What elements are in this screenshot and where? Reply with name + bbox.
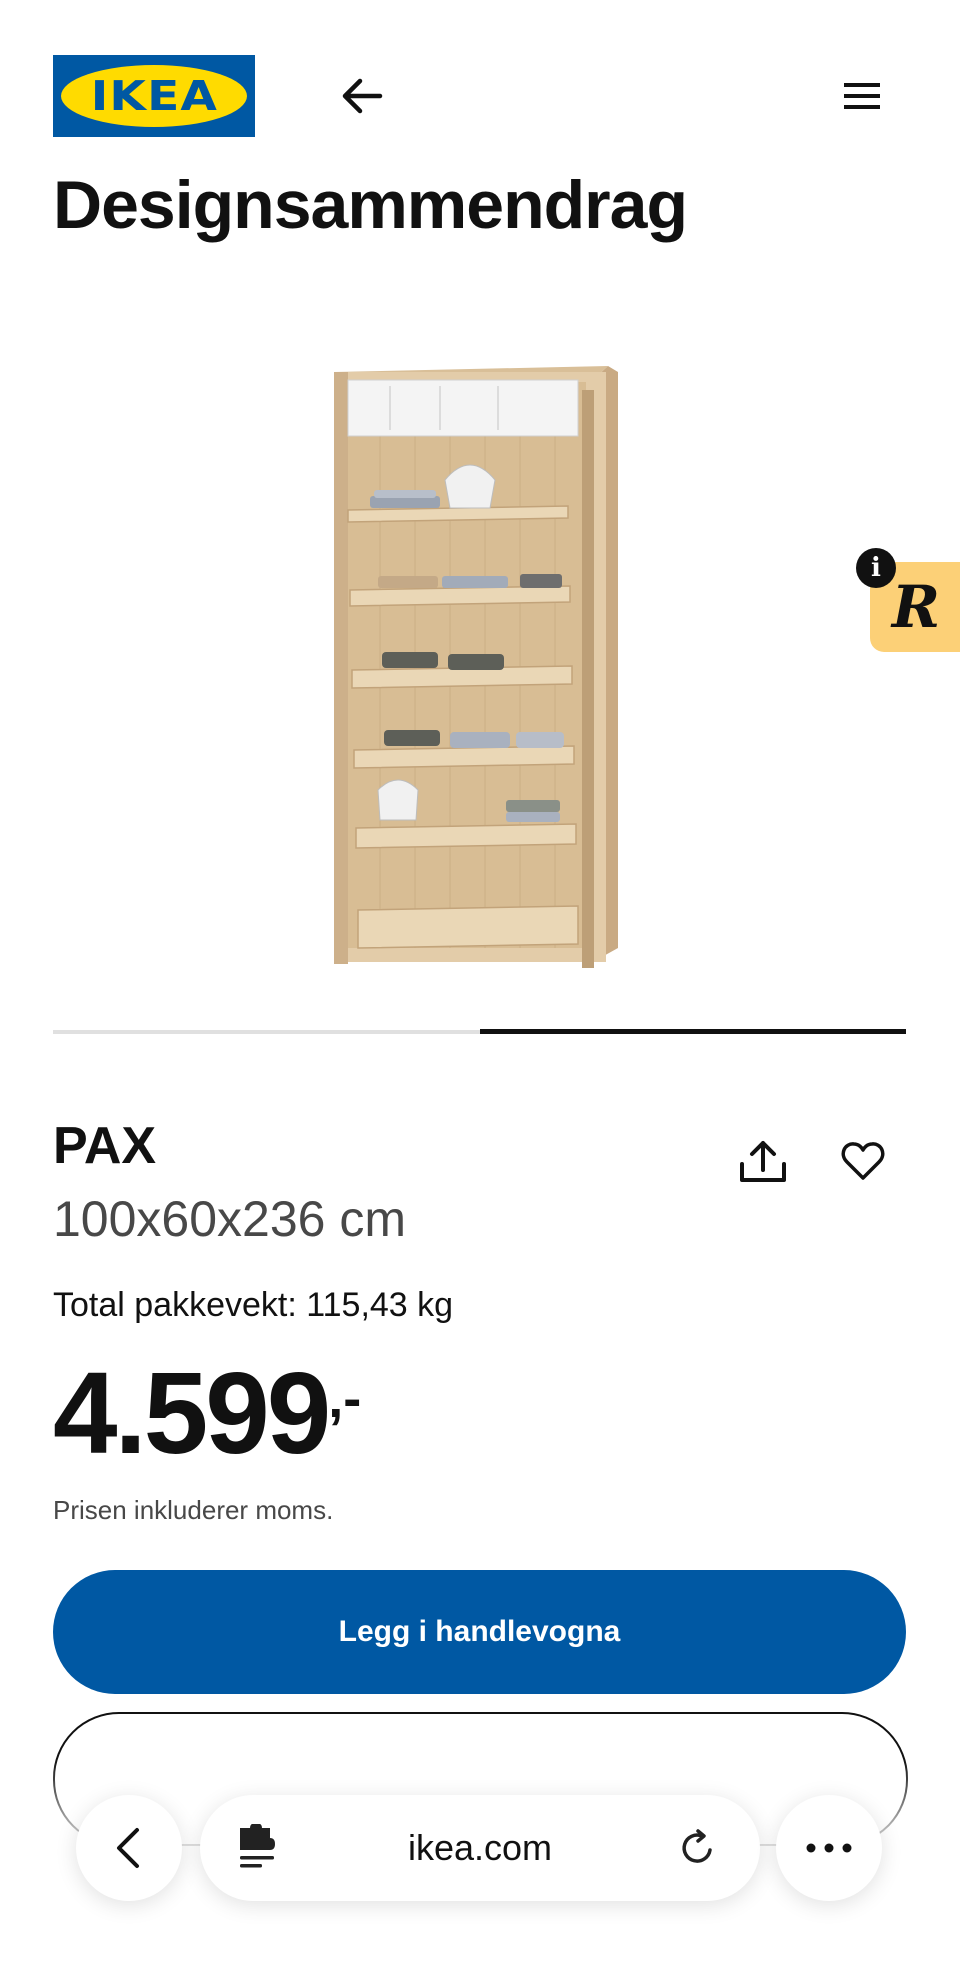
more-button[interactable] bbox=[776, 1795, 882, 1901]
share-icon[interactable] bbox=[734, 1132, 792, 1190]
price-suffix: ,- bbox=[328, 1369, 362, 1429]
page-title: Designsammendrag bbox=[53, 167, 688, 243]
product-weight: Total pakkevekt: 115,43 kg bbox=[53, 1286, 454, 1324]
more-icon bbox=[806, 1843, 852, 1853]
hamburger-menu-icon[interactable] bbox=[836, 70, 888, 122]
vat-note: Prisen inkluderer moms. bbox=[53, 1495, 334, 1525]
badge-letter: R bbox=[891, 573, 941, 641]
info-icon[interactable]: i bbox=[856, 548, 896, 588]
ikea-logo[interactable]: IKEA bbox=[53, 55, 255, 137]
price-main: 4.599 bbox=[53, 1348, 331, 1478]
browser-back-button[interactable] bbox=[76, 1795, 182, 1901]
heart-icon[interactable] bbox=[834, 1132, 892, 1190]
gallery-progress-fill bbox=[479, 1029, 906, 1034]
pax-wardrobe-image[interactable] bbox=[320, 350, 640, 990]
product-dimensions: 100x60x236 cm bbox=[53, 1191, 407, 1247]
product-price: 4.599 ,- bbox=[53, 1348, 362, 1478]
reload-icon[interactable] bbox=[670, 1820, 726, 1876]
url-bar[interactable]: ikea.com bbox=[200, 1795, 760, 1901]
product-name: PAX bbox=[53, 1117, 157, 1175]
logo-text: IKEA bbox=[90, 72, 218, 120]
add-to-cart-button[interactable]: Legg i handlevogna bbox=[53, 1570, 906, 1694]
back-arrow-icon[interactable] bbox=[330, 70, 394, 122]
chevron-left-icon bbox=[117, 1828, 139, 1868]
gallery-progress bbox=[53, 1029, 906, 1034]
logo-ellipse: IKEA bbox=[61, 65, 247, 127]
